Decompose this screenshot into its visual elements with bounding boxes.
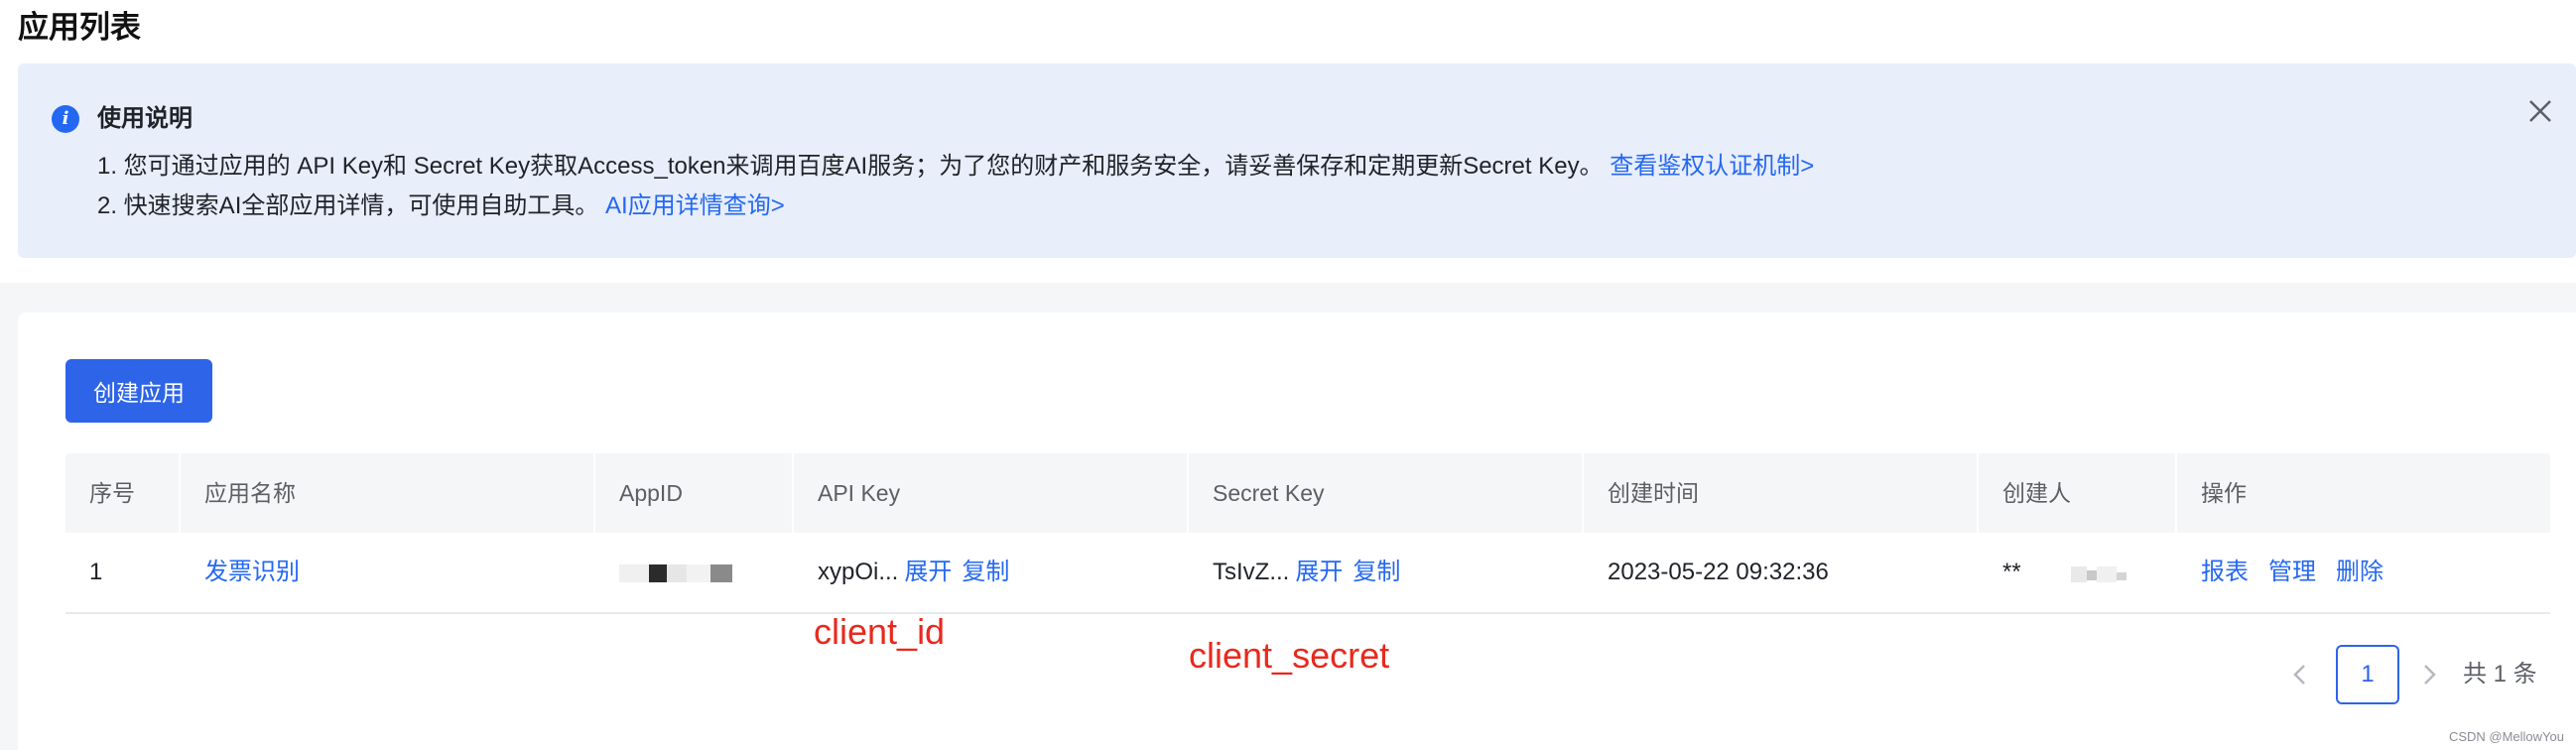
- header-appid: AppID: [619, 480, 683, 506]
- header-actions: 操作: [2201, 480, 2247, 506]
- cell-actions: 报表 管理 删除: [2177, 533, 2403, 612]
- info-icon: i: [52, 105, 79, 133]
- app-name-link[interactable]: 发票识别: [204, 559, 300, 585]
- chevron-right-icon[interactable]: [2409, 645, 2449, 704]
- page-title: 应用列表: [18, 10, 141, 45]
- cell-creator: **: [1979, 533, 2140, 612]
- table-header: 序号 应用名称 AppID API Key Secret Key 创建时间 创建…: [65, 453, 2550, 533]
- header-created-at: 创建时间: [1608, 480, 1699, 506]
- cell-api-key: xypOi... 展开 复制: [794, 533, 1009, 612]
- header-app-name: 应用名称: [204, 480, 296, 506]
- app-table: 序号 应用名称 AppID API Key Secret Key 创建时间 创建…: [65, 453, 2550, 614]
- page-number-button[interactable]: 1: [2336, 645, 2399, 704]
- usage-notice: i 使用说明 1. 您可通过应用的 API Key和 Secret Key获取A…: [18, 63, 2576, 258]
- cell-app-name: 发票识别: [181, 533, 300, 612]
- watermark: CSDN @MellowYou: [2448, 729, 2564, 744]
- report-link[interactable]: 报表: [2201, 559, 2249, 585]
- secret-key-expand-link[interactable]: 展开: [1295, 559, 1343, 585]
- close-icon[interactable]: [2522, 93, 2558, 129]
- create-app-button[interactable]: 创建应用: [65, 359, 212, 423]
- api-key-copy-link[interactable]: 复制: [962, 559, 1009, 585]
- chevron-left-icon[interactable]: [2280, 645, 2320, 704]
- total-count: 共 1 条: [2463, 661, 2537, 688]
- cell-index: 1: [89, 559, 103, 585]
- notice-line-1: 1. 您可通过应用的 API Key和 Secret Key获取Access_t…: [97, 151, 1814, 183]
- api-key-expand-link[interactable]: 展开: [904, 559, 952, 585]
- secret-key-value: TsIvZ...: [1213, 559, 1290, 585]
- header-index: 序号: [89, 480, 135, 506]
- app-list-card: 创建应用 序号 应用名称 AppID API Key Secret Key 创建…: [18, 312, 2576, 750]
- header-creator: 创建人: [2002, 480, 2071, 506]
- pagination: 1 共 1 条: [18, 645, 2576, 704]
- header-secret-key: Secret Key: [1213, 480, 1325, 506]
- secret-key-copy-link[interactable]: 复制: [1352, 559, 1400, 585]
- manage-link[interactable]: 管理: [2268, 559, 2316, 585]
- api-key-value: xypOi...: [818, 559, 899, 585]
- notice-line-2-text: 2. 快速搜索AI全部应用详情，可使用自助工具。: [97, 192, 599, 219]
- masked-creator-image: [2071, 565, 2127, 582]
- cell-secret-key: TsIvZ... 展开 复制: [1189, 533, 1400, 612]
- app-detail-query-link[interactable]: AI应用详情查询>: [605, 192, 785, 219]
- delete-link[interactable]: 删除: [2336, 559, 2383, 585]
- notice-title: 使用说明: [97, 105, 193, 132]
- notice-line-2: 2. 快速搜索AI全部应用详情，可使用自助工具。 AI应用详情查询>: [97, 190, 785, 222]
- masked-appid-image: [619, 563, 732, 582]
- header-api-key: API Key: [818, 480, 901, 506]
- table-row: 1 发票识别 xypOi... 展开 复制 TsIvZ... 展开 复制 2023-05…: [65, 533, 2550, 614]
- auth-mechanism-link[interactable]: 查看鉴权认证机制>: [1610, 153, 1814, 180]
- cell-appid-masked: [595, 533, 748, 612]
- cell-created-at: 2023-05-22 09:32:36: [1608, 559, 1829, 585]
- creator-value: **: [2002, 559, 2021, 585]
- notice-line-1-text: 1. 您可通过应用的 API Key和 Secret Key获取Access_t…: [97, 153, 1604, 180]
